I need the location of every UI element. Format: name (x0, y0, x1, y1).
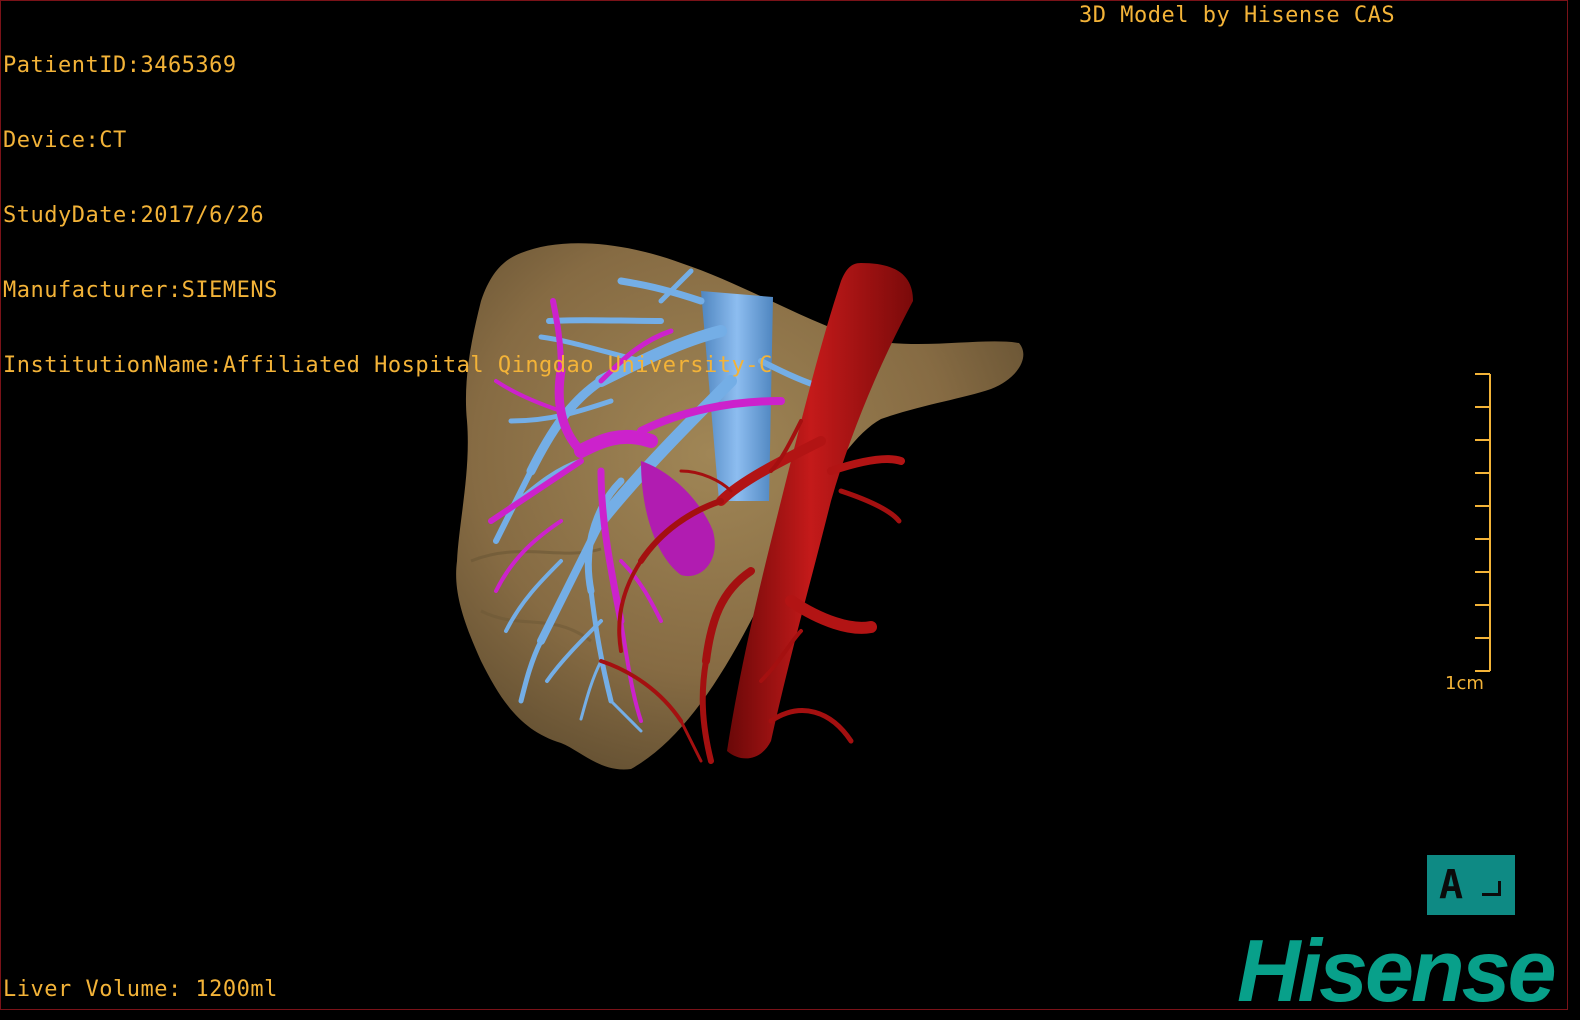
hisense-logo: Hisense (1237, 921, 1557, 1010)
orientation-letter: A (1439, 862, 1464, 908)
manufacturer-text: Manufacturer:SIEMENS (3, 278, 278, 303)
device-text: Device:CT (3, 128, 127, 153)
orientation-corner-icon (1482, 881, 1501, 896)
3d-viewport[interactable]: PatientID:3465369 Device:CT StudyDate:20… (0, 0, 1568, 1010)
liver-volume-text: Liver Volume: 1200ml (3, 977, 278, 1002)
model-title: 3D Model by Hisense CAS (1079, 3, 1396, 28)
institution-text: InstitutionName:Affiliated Hospital Qing… (3, 353, 773, 378)
scale-ruler-icon (1475, 373, 1491, 672)
scale-label: 1cm (1445, 673, 1484, 694)
dicom-info-panel: PatientID:3465369 Device:CT StudyDate:20… (3, 3, 773, 428)
study-date-text: StudyDate:2017/6/26 (3, 203, 265, 228)
patient-id-text: PatientID:3465369 (3, 53, 237, 78)
orientation-anterior-button[interactable]: A (1427, 855, 1515, 915)
